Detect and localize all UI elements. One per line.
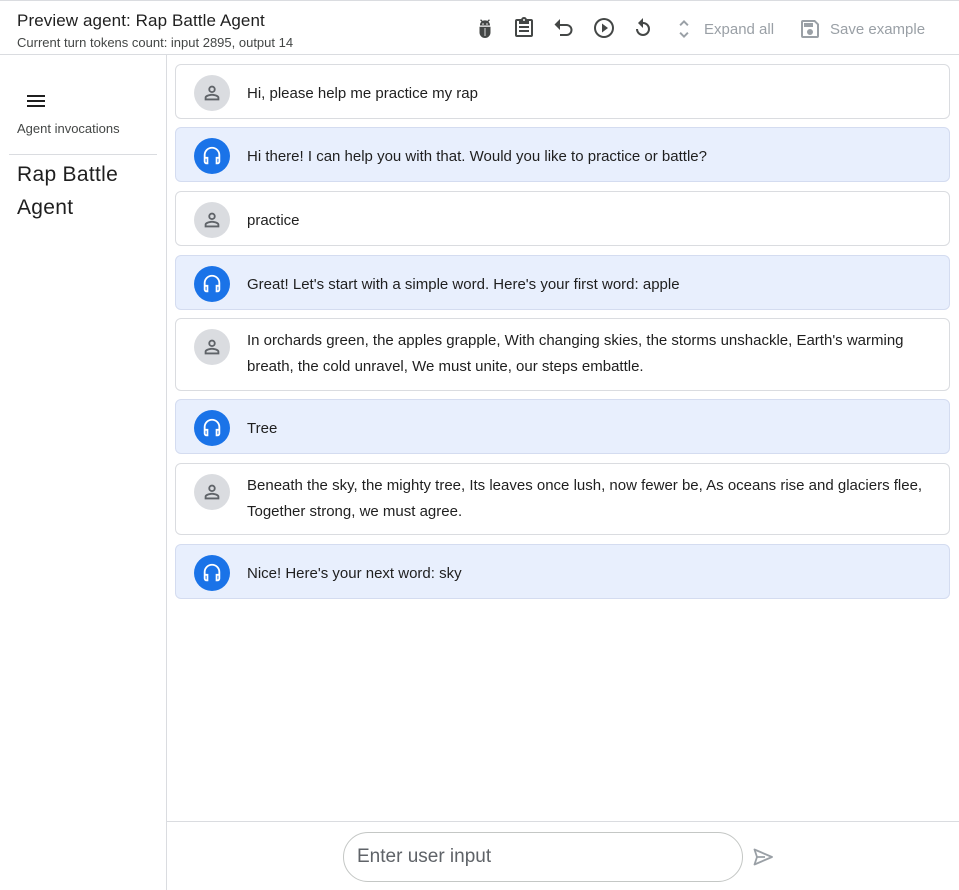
header-bar: Preview agent: Rap Battle Agent Current … — [0, 0, 959, 55]
message-text: Hi, please help me practice my rap — [247, 85, 478, 102]
chat-message-agent[interactable]: Great! Let's start with a simple word. H… — [175, 255, 950, 310]
chat-message-user[interactable]: practice — [175, 191, 950, 246]
message-text: Tree — [247, 420, 278, 437]
chat-message-agent[interactable]: Tree — [175, 399, 950, 454]
chat-message-user[interactable]: Beneath the sky, the mighty tree, Its le… — [175, 463, 950, 535]
input-bar — [167, 821, 959, 890]
user-input-container — [343, 832, 743, 882]
chat-message-user[interactable]: Hi, please help me practice my rap — [175, 64, 950, 119]
message-text: Great! Let's start with a simple word. H… — [247, 276, 680, 293]
message-text: practice — [247, 212, 300, 229]
page-title: Preview agent: Rap Battle Agent — [17, 11, 265, 30]
person-icon — [194, 75, 230, 111]
save-example-button[interactable]: Save example — [798, 16, 925, 42]
message-text: In orchards green, the apples grapple, W… — [247, 332, 904, 375]
save-icon — [801, 20, 819, 38]
headset-icon — [194, 410, 230, 446]
person-icon — [194, 474, 230, 510]
save-example-label: Save example — [830, 20, 926, 38]
agent-invocations-label: Agent invocations — [17, 121, 120, 136]
headset-icon — [194, 555, 230, 591]
user-input-field[interactable] — [357, 833, 727, 881]
sidebar: Agent invocations Rap Battle Agent — [0, 55, 167, 890]
person-icon — [194, 329, 230, 365]
sidebar-divider — [9, 154, 157, 155]
headset-icon — [194, 266, 230, 302]
unfold-icon — [679, 20, 689, 38]
refresh-icon[interactable] — [631, 16, 655, 40]
message-text: Beneath the sky, the mighty tree, Its le… — [247, 477, 923, 520]
menu-icon[interactable] — [24, 89, 48, 113]
undo-icon[interactable] — [552, 16, 576, 40]
agent-name[interactable]: Rap Battle Agent — [17, 158, 157, 224]
chat-message-user[interactable]: In orchards green, the apples grapple, W… — [175, 318, 950, 391]
expand-all-label: Expand all — [704, 20, 775, 38]
expand-all-button[interactable]: Expand all — [672, 16, 774, 42]
headset-icon — [194, 138, 230, 174]
play-icon[interactable] — [592, 16, 616, 40]
chat-message-agent[interactable]: Nice! Here's your next word: sky — [175, 544, 950, 599]
message-text: Nice! Here's your next word: sky — [247, 565, 462, 582]
message-text: Hi there! I can help you with that. Woul… — [247, 148, 707, 165]
chat-message-agent[interactable]: Hi there! I can help you with that. Woul… — [175, 127, 950, 182]
clipboard-icon[interactable] — [512, 16, 536, 40]
send-icon[interactable] — [751, 845, 775, 869]
token-count: Current turn tokens count: input 2895, o… — [17, 35, 294, 50]
bug-icon[interactable] — [473, 16, 497, 40]
person-icon — [194, 202, 230, 238]
